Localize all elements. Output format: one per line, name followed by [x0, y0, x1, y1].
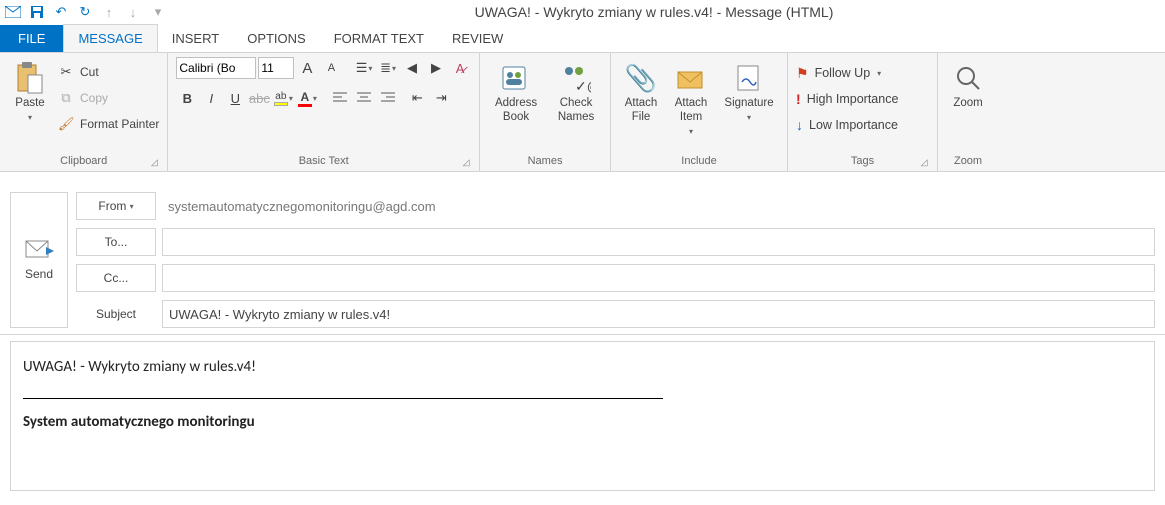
basictext-dialog-launcher-icon[interactable]: ◿	[461, 157, 471, 167]
format-painter-button[interactable]: 🖌 Format Painter	[58, 113, 159, 135]
prev-icon: ↑	[100, 3, 118, 21]
align-center-button[interactable]	[353, 87, 375, 109]
cc-field[interactable]	[162, 264, 1155, 292]
to-button[interactable]: To...	[76, 228, 156, 256]
cut-icon: ✂	[58, 64, 74, 80]
increase-indent-button[interactable]: ⇥	[430, 87, 452, 109]
address-book-icon	[501, 59, 531, 97]
group-label-tags: Tags	[851, 155, 874, 167]
underline-button[interactable]: U	[224, 87, 246, 109]
send-icon	[24, 239, 54, 259]
outdent-toggle[interactable]: ◀	[401, 57, 423, 79]
tab-review[interactable]: REVIEW	[438, 25, 517, 52]
signature-icon	[734, 59, 764, 97]
numbering-button[interactable]: ≣▾	[377, 57, 399, 79]
high-importance-button[interactable]: ! High Importance	[796, 87, 898, 111]
undo-icon[interactable]: ↶	[52, 3, 70, 21]
decrease-indent-button[interactable]: ⇤	[406, 87, 428, 109]
save-icon[interactable]	[28, 3, 46, 21]
check-names-button[interactable]: ✓@ Check Names	[550, 57, 602, 125]
grow-font-button[interactable]: A	[296, 57, 318, 79]
tab-options[interactable]: OPTIONS	[233, 25, 320, 52]
redo-icon[interactable]: ↻	[76, 3, 94, 21]
clear-formatting-button[interactable]: A̷	[449, 57, 471, 79]
message-body[interactable]: UWAGA! - Wykryto zmiany w rules.v4! Syst…	[10, 341, 1155, 491]
high-importance-icon: !	[796, 91, 801, 107]
font-size-select[interactable]	[258, 57, 294, 79]
indent-toggle[interactable]: ▶	[425, 57, 447, 79]
tags-dialog-launcher-icon[interactable]: ◿	[919, 157, 929, 167]
font-color-button[interactable]: A▾	[296, 87, 318, 109]
window-title: UWAGA! - Wykryto zmiany w rules.v4! - Me…	[167, 4, 1161, 20]
subject-field[interactable]	[162, 300, 1155, 328]
cc-button[interactable]: Cc...	[76, 264, 156, 292]
window-icon	[4, 3, 22, 21]
italic-button[interactable]: I	[200, 87, 222, 109]
flag-icon: ⚑	[796, 65, 809, 82]
group-label-names: Names	[528, 155, 563, 167]
chevron-down-icon: ▾	[28, 113, 32, 122]
strikethrough-button[interactable]: abc	[248, 87, 270, 109]
chevron-down-icon: ▾	[689, 127, 693, 136]
align-right-button[interactable]	[377, 87, 399, 109]
body-line-1: UWAGA! - Wykryto zmiany w rules.v4!	[23, 358, 1142, 376]
tab-insert[interactable]: INSERT	[158, 25, 233, 52]
align-left-button[interactable]	[329, 87, 351, 109]
next-icon: ↓	[124, 3, 142, 21]
chevron-down-icon: ▾	[747, 113, 751, 122]
format-painter-icon: 🖌	[58, 116, 74, 132]
paperclip-icon: 📎	[625, 59, 657, 97]
low-importance-icon: ↓	[796, 117, 803, 133]
from-button[interactable]: From ▾	[76, 192, 156, 220]
tab-file[interactable]: FILE	[0, 25, 63, 52]
group-label-clipboard: Clipboard	[60, 155, 107, 167]
attach-item-button[interactable]: Attach Item ▾	[669, 57, 713, 136]
zoom-button[interactable]: Zoom	[946, 57, 990, 111]
signature-separator	[23, 398, 663, 399]
tab-message[interactable]: MESSAGE	[63, 24, 157, 52]
paste-button[interactable]: Paste ▾	[8, 57, 52, 122]
to-field[interactable]	[162, 228, 1155, 256]
attach-file-button[interactable]: 📎 Attach File	[619, 57, 663, 125]
cut-button[interactable]: ✂ Cut	[58, 61, 159, 83]
subject-label: Subject	[76, 307, 156, 321]
clipboard-dialog-launcher-icon[interactable]: ◿	[149, 157, 159, 167]
send-button[interactable]: Send	[10, 192, 68, 328]
bullets-button[interactable]: ☰▾	[353, 57, 375, 79]
font-name-select[interactable]	[176, 57, 256, 79]
qat-customize-icon[interactable]: ▾	[149, 3, 167, 21]
zoom-icon	[954, 59, 982, 97]
copy-button[interactable]: ⧉ Copy	[58, 87, 159, 109]
shrink-font-button[interactable]: A	[320, 57, 342, 79]
copy-icon: ⧉	[58, 90, 74, 106]
paste-icon	[16, 59, 44, 97]
tab-format-text[interactable]: FORMAT TEXT	[320, 25, 438, 52]
follow-up-button[interactable]: ⚑ Follow Up ▾	[796, 61, 881, 85]
from-field[interactable]	[162, 192, 1155, 220]
group-label-include: Include	[681, 155, 716, 167]
signature-text: System automatycznego monitoringu	[23, 413, 1142, 431]
bold-button[interactable]: B	[176, 87, 198, 109]
attach-item-icon	[676, 59, 706, 97]
signature-button[interactable]: Signature ▾	[719, 57, 779, 122]
highlight-button[interactable]: ab▾	[272, 87, 294, 109]
chevron-down-icon: ▾	[127, 202, 133, 211]
svg-text:✓@: ✓@	[575, 78, 591, 93]
group-label-basictext: Basic Text	[299, 155, 349, 167]
check-names-icon: ✓@	[561, 59, 591, 97]
address-book-button[interactable]: Address Book	[488, 57, 544, 125]
group-label-zoom: Zoom	[954, 155, 982, 167]
chevron-down-icon: ▾	[877, 69, 881, 78]
low-importance-button[interactable]: ↓ Low Importance	[796, 113, 898, 137]
